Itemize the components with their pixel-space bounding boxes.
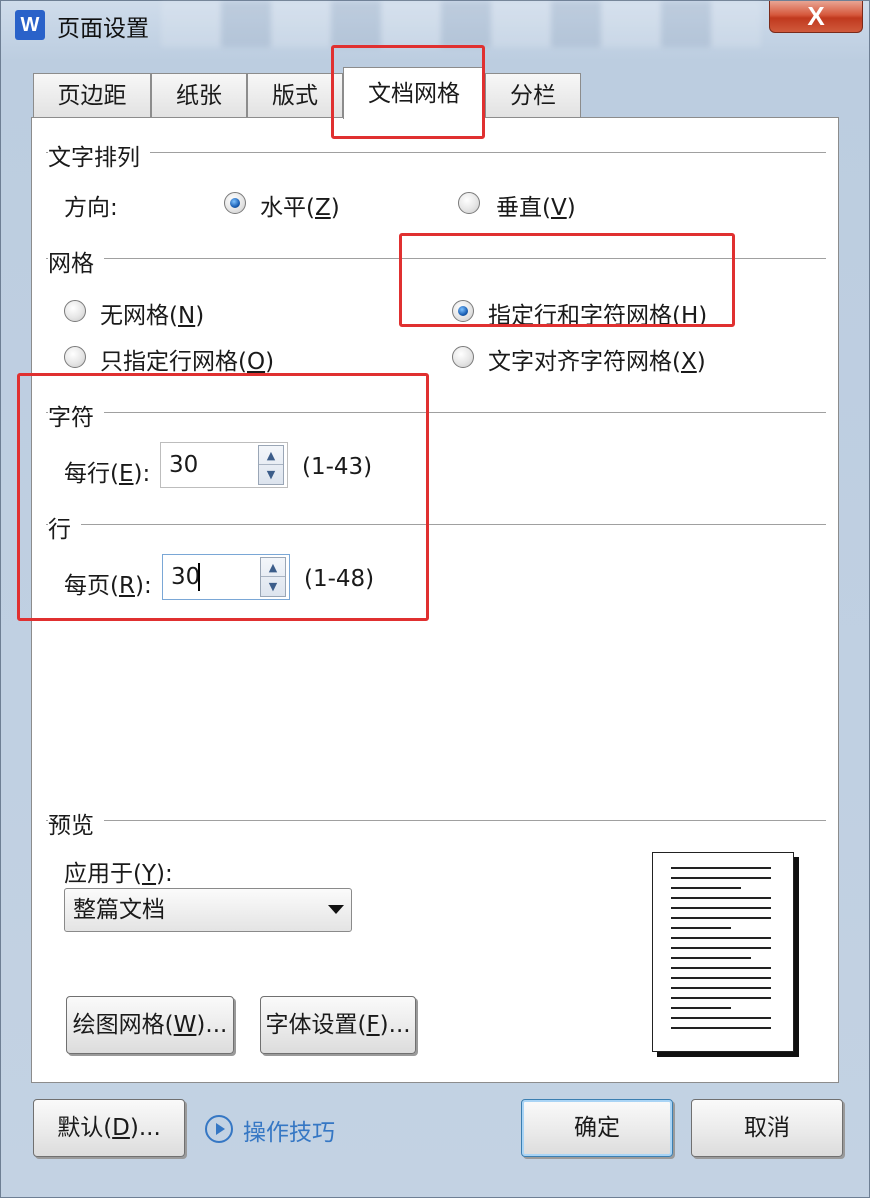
apply-to-label: 应用于(Y): bbox=[64, 861, 173, 887]
default-button[interactable]: 默认(D)... bbox=[33, 1099, 185, 1157]
preview-line bbox=[671, 957, 751, 959]
text-caret bbox=[198, 563, 200, 591]
tab-paper[interactable]: 纸张 bbox=[151, 73, 247, 117]
tips-link[interactable]: 操作技巧 bbox=[243, 1113, 335, 1147]
title-bar-background bbox=[161, 1, 761, 47]
preview-line bbox=[671, 947, 771, 949]
dialog-title: 页面设置 bbox=[57, 16, 149, 42]
dropdown-arrow-icon[interactable] bbox=[328, 905, 344, 914]
radio-horizontal[interactable] bbox=[224, 192, 246, 214]
section-divider bbox=[46, 524, 826, 525]
radio-vertical[interactable] bbox=[458, 192, 480, 214]
section-divider bbox=[46, 152, 826, 153]
spin-up-icon[interactable]: ▲ bbox=[259, 446, 283, 465]
preview-line bbox=[671, 937, 771, 939]
radio-line-and-char-grid-label[interactable]: 指定行和字符网格(H) bbox=[488, 296, 707, 330]
preview-line bbox=[671, 987, 771, 989]
document-grid-panel: 文字排列 方向: 水平(Z) 垂直(V) 网格 无网格(N) 指定行和字符网格(… bbox=[31, 117, 839, 1083]
drawing-grid-button[interactable]: 绘图网格(W)... bbox=[66, 996, 234, 1054]
cancel-button[interactable]: 取消 bbox=[691, 1099, 843, 1157]
tab-columns[interactable]: 分栏 bbox=[485, 73, 581, 117]
close-icon: X bbox=[807, 1, 825, 31]
radio-no-grid-label[interactable]: 无网格(N) bbox=[100, 296, 204, 330]
lines-per-page-label: 每页(R): bbox=[64, 573, 152, 599]
section-title-lines: 行 bbox=[48, 510, 81, 544]
preview-line bbox=[671, 917, 771, 919]
section-title-preview: 预览 bbox=[48, 806, 104, 840]
preview-line bbox=[671, 867, 771, 869]
section-divider bbox=[46, 258, 826, 259]
apply-to-select[interactable]: 整篇文档 bbox=[64, 888, 352, 932]
radio-snap-to-char-grid[interactable] bbox=[452, 346, 474, 368]
direction-label: 方向: bbox=[64, 195, 118, 221]
tab-document-grid[interactable]: 文档网格 bbox=[343, 67, 485, 119]
radio-line-grid-only-label[interactable]: 只指定行网格(O) bbox=[100, 342, 274, 376]
radio-line-and-char-grid[interactable] bbox=[452, 300, 474, 322]
section-title-characters: 字符 bbox=[48, 398, 104, 432]
preview-line bbox=[671, 897, 771, 899]
apply-to-value: 整篇文档 bbox=[73, 897, 165, 923]
radio-vertical-label[interactable]: 垂直(V) bbox=[496, 188, 576, 222]
tab-margins[interactable]: 页边距 bbox=[33, 73, 151, 117]
font-settings-button[interactable]: 字体设置(F)... bbox=[260, 996, 416, 1054]
section-title-grid: 网格 bbox=[48, 244, 104, 278]
spin-down-icon[interactable]: ▼ bbox=[261, 577, 285, 596]
chars-per-line-label: 每行(E): bbox=[64, 461, 151, 487]
spin-down-icon[interactable]: ▼ bbox=[259, 465, 283, 484]
wps-writer-icon: W bbox=[15, 10, 45, 40]
chars-per-line-stepper[interactable]: ▲ ▼ bbox=[258, 445, 284, 485]
preview-line bbox=[671, 997, 771, 999]
preview-line bbox=[671, 1027, 771, 1029]
radio-no-grid[interactable] bbox=[64, 300, 86, 322]
chars-per-line-range: (1-43) bbox=[302, 454, 373, 480]
preview-line bbox=[671, 907, 771, 909]
title-bar[interactable]: W 页面设置 X bbox=[1, 1, 870, 51]
preview-line bbox=[671, 877, 771, 879]
ok-button[interactable]: 确定 bbox=[521, 1099, 673, 1157]
preview-line bbox=[671, 977, 771, 979]
play-circle-icon[interactable] bbox=[205, 1115, 233, 1143]
lines-per-page-stepper[interactable]: ▲ ▼ bbox=[260, 557, 286, 597]
radio-snap-to-char-grid-label[interactable]: 文字对齐字符网格(X) bbox=[488, 342, 706, 376]
section-divider bbox=[46, 820, 826, 821]
section-title-text-arrangement: 文字排列 bbox=[48, 138, 150, 172]
radio-line-grid-only[interactable] bbox=[64, 346, 86, 368]
preview-line bbox=[671, 1007, 731, 1009]
page-preview bbox=[652, 852, 794, 1052]
close-button[interactable]: X bbox=[769, 1, 863, 33]
section-divider bbox=[46, 412, 826, 413]
preview-line bbox=[671, 887, 741, 889]
preview-line bbox=[671, 1017, 771, 1019]
preview-line bbox=[671, 927, 731, 929]
spin-up-icon[interactable]: ▲ bbox=[261, 558, 285, 577]
page-setup-dialog: W 页面设置 X 页边距 纸张 版式 文档网格 分栏 文字排列 方向: 水平(Z… bbox=[0, 0, 870, 1198]
preview-line bbox=[671, 967, 771, 969]
tab-layout[interactable]: 版式 bbox=[247, 73, 343, 117]
radio-horizontal-label[interactable]: 水平(Z) bbox=[260, 188, 340, 222]
lines-per-page-range: (1-48) bbox=[304, 566, 375, 592]
